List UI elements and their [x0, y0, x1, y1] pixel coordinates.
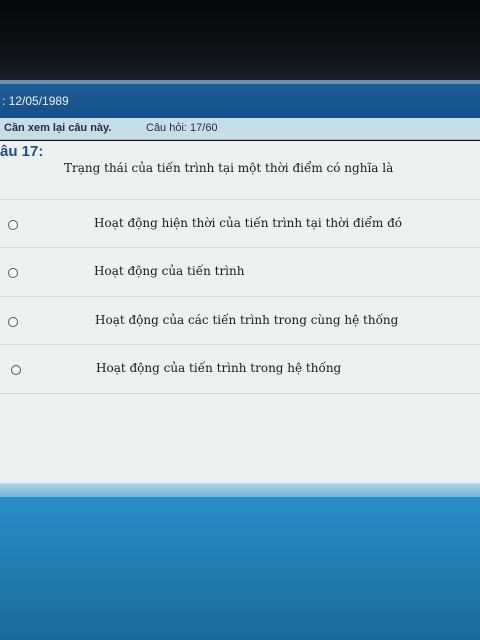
answer-option-label: Hoạt động hiện thời của tiến trình tại t… [94, 216, 402, 230]
radio-button-icon[interactable] [8, 268, 18, 278]
radio-button-icon[interactable] [11, 365, 21, 375]
answer-option-label: Hoạt động của tiến trình trong hệ thống [96, 361, 342, 375]
footer-band [0, 483, 480, 497]
review-flag-label[interactable]: Cần xem lại câu này. [4, 122, 111, 134]
answer-option-3[interactable]: Hoạt động của các tiến trình trong cùng … [0, 296, 480, 345]
question-panel: âu 17: Trạng thái của tiến trình tại một… [0, 141, 480, 483]
radio-button-icon[interactable] [8, 220, 18, 230]
question-text: Trạng thái của tiến trình tại một thời đ… [64, 161, 394, 175]
candidate-dob-text: : 12/05/1989 [2, 94, 69, 108]
exam-header-bar: : 12/05/1989 [0, 84, 480, 118]
answer-option-2[interactable]: Hoạt động của tiến trình [0, 247, 480, 296]
question-number: âu 17: [0, 143, 44, 160]
answer-option-label: Hoạt động của tiến trình [94, 264, 245, 278]
answer-option-label: Hoạt động của các tiến trình trong cùng … [95, 313, 399, 327]
question-counter: Câu hỏi: 17/60 [146, 122, 218, 134]
answer-option-1[interactable]: Hoạt động hiện thời của tiến trình tại t… [0, 199, 480, 248]
lower-background [0, 497, 480, 640]
answer-option-4[interactable]: Hoạt động của tiến trình trong hệ thống [0, 344, 480, 394]
question-status-bar: Cần xem lại câu này. Câu hỏi: 17/60 [0, 118, 480, 140]
radio-button-icon[interactable] [8, 317, 18, 327]
monitor-bezel [0, 0, 480, 82]
